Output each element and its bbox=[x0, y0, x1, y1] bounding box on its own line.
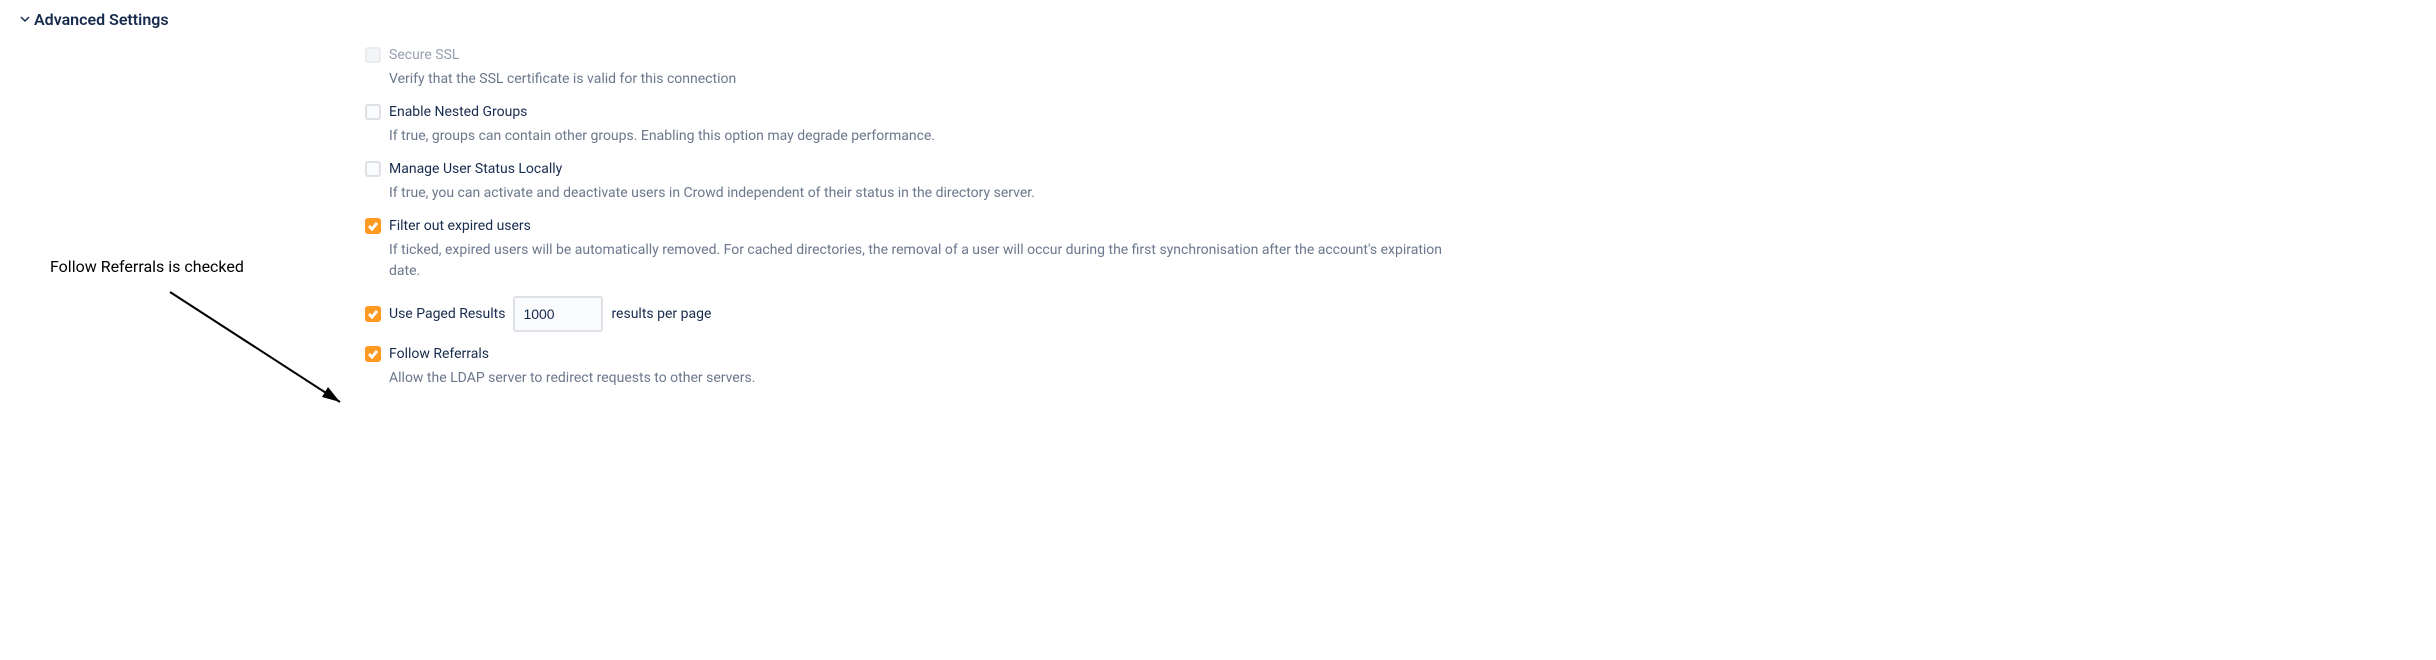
secure-ssl-checkbox bbox=[365, 47, 381, 63]
paged-results-label: Use Paged Results bbox=[389, 306, 505, 322]
annotation-arrow-icon bbox=[160, 282, 360, 422]
paged-results-suffix: results per page bbox=[611, 306, 711, 322]
filter-expired-description: If ticked, expired users will be automat… bbox=[389, 240, 1450, 282]
nested-groups-label: Enable Nested Groups bbox=[389, 104, 527, 120]
chevron-down-icon bbox=[20, 12, 30, 28]
filter-expired-label: Filter out expired users bbox=[389, 218, 531, 234]
annotation-area: Follow Referrals is checked bbox=[20, 47, 350, 276]
section-title: Advanced Settings bbox=[34, 10, 169, 29]
setting-manage-user-status: Manage User Status Locally If true, you … bbox=[365, 161, 1450, 204]
setting-secure-ssl: Secure SSL Verify that the SSL certifica… bbox=[365, 47, 1450, 90]
setting-filter-expired: Filter out expired users If ticked, expi… bbox=[365, 218, 1450, 282]
manage-user-status-label: Manage User Status Locally bbox=[389, 161, 562, 177]
secure-ssl-label: Secure SSL bbox=[389, 47, 459, 63]
secure-ssl-description: Verify that the SSL certificate is valid… bbox=[389, 69, 1450, 90]
follow-referrals-label: Follow Referrals bbox=[389, 346, 489, 362]
nested-groups-checkbox[interactable] bbox=[365, 104, 381, 120]
nested-groups-description: If true, groups can contain other groups… bbox=[389, 126, 1450, 147]
settings-list: Secure SSL Verify that the SSL certifica… bbox=[350, 47, 1450, 403]
section-header[interactable]: Advanced Settings bbox=[20, 10, 2416, 29]
paged-results-checkbox[interactable] bbox=[365, 306, 381, 322]
setting-nested-groups: Enable Nested Groups If true, groups can… bbox=[365, 104, 1450, 147]
annotation-text: Follow Referrals is checked bbox=[50, 257, 350, 276]
manage-user-status-checkbox[interactable] bbox=[365, 161, 381, 177]
setting-paged-results: Use Paged Results results per page bbox=[365, 296, 1450, 332]
paged-results-input[interactable] bbox=[513, 296, 603, 332]
follow-referrals-checkbox[interactable] bbox=[365, 346, 381, 362]
filter-expired-checkbox[interactable] bbox=[365, 218, 381, 234]
manage-user-status-description: If true, you can activate and deactivate… bbox=[389, 183, 1450, 204]
follow-referrals-description: Allow the LDAP server to redirect reques… bbox=[389, 368, 1450, 389]
setting-follow-referrals: Follow Referrals Allow the LDAP server t… bbox=[365, 346, 1450, 389]
